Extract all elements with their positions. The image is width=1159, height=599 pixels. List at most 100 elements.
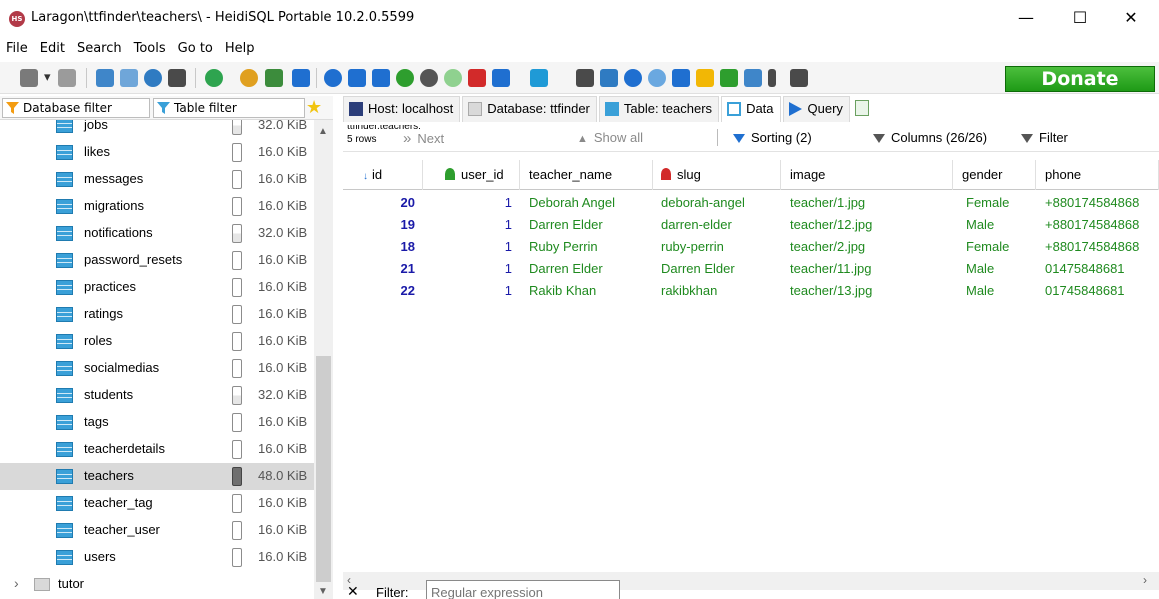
refresh-icon[interactable] [205, 69, 223, 87]
filter-button[interactable]: Filter [1021, 130, 1068, 145]
tree-item-table[interactable]: tags 16.0 KiB [0, 409, 314, 436]
insert-record-icon[interactable] [396, 69, 414, 87]
table-row[interactable]: 22 1 Rakib Khan rakibkhan teacher/13.jpg Male… [343, 280, 1159, 302]
cell-phone[interactable]: +880174584868 [1045, 214, 1159, 236]
cell-phone[interactable]: +880174584868 [1045, 192, 1159, 214]
tree-item-table[interactable]: socialmedias 16.0 KiB [0, 355, 314, 382]
cancel-icon[interactable] [468, 69, 486, 87]
last-record-icon[interactable] [372, 69, 390, 87]
sorting-button[interactable]: Sorting (2) [733, 130, 812, 145]
cell-teacher-name[interactable]: Darren Elder [529, 214, 653, 236]
scroll-down-icon[interactable]: ▼ [318, 586, 328, 597]
first-record-icon[interactable] [348, 69, 366, 87]
save-icon[interactable] [576, 69, 594, 87]
close-button[interactable]: ✕ [1108, 0, 1154, 36]
tab-data[interactable]: Data [721, 96, 781, 122]
tree-item-table[interactable]: roles 16.0 KiB [0, 328, 314, 355]
cell-slug[interactable]: deborah-angel [661, 192, 781, 214]
cell-gender[interactable]: Male [966, 258, 1036, 280]
sync-icon[interactable] [292, 69, 310, 87]
cell-teacher-name[interactable]: Darren Elder [529, 258, 653, 280]
new-query-tab[interactable] [852, 96, 874, 120]
cell-user-id[interactable]: 1 [423, 280, 512, 302]
cell-gender[interactable]: Female [966, 192, 1036, 214]
cell-id[interactable]: 20 [343, 192, 415, 214]
help-icon[interactable] [324, 69, 342, 87]
delete-record-icon[interactable] [420, 69, 438, 87]
tree-item-table[interactable]: students 32.0 KiB [0, 382, 314, 409]
tree-item-table[interactable]: notifications 32.0 KiB [0, 220, 314, 247]
menu-goto[interactable]: Go to [172, 38, 219, 60]
cell-id[interactable]: 22 [343, 280, 415, 302]
paste-icon[interactable] [120, 69, 138, 87]
cell-phone[interactable]: +880174584868 [1045, 236, 1159, 258]
donate-button[interactable]: Donate [1005, 66, 1155, 92]
user-manager-icon[interactable] [240, 69, 258, 87]
menu-help[interactable]: Help [219, 38, 261, 60]
col-header-slug[interactable]: slug [653, 160, 781, 190]
tab-database[interactable]: Database: ttfinder [462, 96, 597, 122]
cell-slug[interactable]: darren-elder [661, 214, 781, 236]
tree-item-table[interactable]: password_resets 16.0 KiB [0, 247, 314, 274]
cell-image[interactable]: teacher/12.jpg [790, 214, 953, 236]
menu-search[interactable]: Search [71, 38, 128, 60]
save-snippet-icon[interactable] [600, 69, 618, 87]
binary-icon[interactable] [720, 69, 738, 87]
cell-user-id[interactable]: 1 [423, 192, 512, 214]
semicolon-icon[interactable] [768, 69, 776, 87]
maximize-button[interactable]: ☐ [1057, 0, 1103, 36]
scroll-up-icon[interactable]: ▲ [318, 126, 328, 137]
cell-gender[interactable]: Male [966, 214, 1036, 236]
filter-expression-input[interactable] [426, 580, 620, 599]
tree-item-table[interactable]: teacher_tag 16.0 KiB [0, 490, 314, 517]
database-filter-input[interactable]: Database filter [2, 98, 150, 118]
warning-icon[interactable] [696, 69, 714, 87]
cell-user-id[interactable]: 1 [423, 214, 512, 236]
format-icon[interactable] [672, 69, 690, 87]
cell-id[interactable]: 21 [343, 258, 415, 280]
table-row[interactable]: 20 1 Deborah Angel deborah-angel teacher/1.j… [343, 192, 1159, 214]
tree-scrollbar[interactable]: ▲ ▼ [314, 120, 333, 599]
cell-gender[interactable]: Female [966, 236, 1036, 258]
search-icon[interactable] [624, 69, 642, 87]
cell-slug[interactable]: ruby-perrin [661, 236, 781, 258]
menu-edit[interactable]: Edit [34, 38, 71, 60]
close-tab-icon[interactable] [790, 69, 808, 87]
cell-user-id[interactable]: 1 [423, 258, 512, 280]
col-header-id[interactable]: ↓ id [343, 160, 423, 190]
replace-icon[interactable] [648, 69, 666, 87]
load-sql-icon[interactable] [530, 69, 548, 87]
table-row[interactable]: 19 1 Darren Elder darren-elder teacher/12.jp… [343, 214, 1159, 236]
table-row[interactable]: 21 1 Darren Elder Darren Elder teacher/11.jp… [343, 258, 1159, 280]
tree-item-database[interactable]: › tutor [0, 571, 314, 598]
table-row[interactable]: 18 1 Ruby Perrin ruby-perrin teacher/2.jpg Fe… [343, 236, 1159, 258]
col-header-phone[interactable]: phone [1036, 160, 1159, 190]
tree-item-table[interactable]: ratings 16.0 KiB [0, 301, 314, 328]
col-header-image[interactable]: image [781, 160, 953, 190]
cell-image[interactable]: teacher/13.jpg [790, 280, 953, 302]
col-header-teacher-name[interactable]: teacher_name [520, 160, 653, 190]
export-icon[interactable] [265, 69, 283, 87]
show-all-button[interactable]: ▲ Show all [577, 130, 643, 145]
expand-chevron-icon[interactable]: › [14, 575, 19, 591]
cell-image[interactable]: teacher/1.jpg [790, 192, 953, 214]
cell-id[interactable]: 18 [343, 236, 415, 258]
connect-dropdown-icon[interactable]: ▾ [44, 69, 52, 87]
copy-icon[interactable] [96, 69, 114, 87]
table-filter-input[interactable]: Table filter [153, 98, 305, 118]
wrap-icon[interactable] [744, 69, 762, 87]
disconnect-icon[interactable] [58, 69, 76, 87]
cell-slug[interactable]: rakibkhan [661, 280, 781, 302]
cell-user-id[interactable]: 1 [423, 236, 512, 258]
menu-tools[interactable]: Tools [128, 38, 172, 60]
next-button[interactable]: » Next [403, 130, 444, 147]
col-header-user-id[interactable]: user_id [423, 160, 520, 190]
minimize-button[interactable]: — [1003, 0, 1049, 36]
col-header-gender[interactable]: gender [953, 160, 1036, 190]
tab-query[interactable]: Query [782, 96, 850, 122]
post-icon[interactable] [444, 69, 462, 87]
tree-item-table[interactable]: teacherdetails 16.0 KiB [0, 436, 314, 463]
cell-phone[interactable]: 01475848681 [1045, 258, 1159, 280]
cell-teacher-name[interactable]: Rakib Khan [529, 280, 653, 302]
tree-item-table[interactable]: jobs 32.0 KiB [0, 120, 314, 139]
